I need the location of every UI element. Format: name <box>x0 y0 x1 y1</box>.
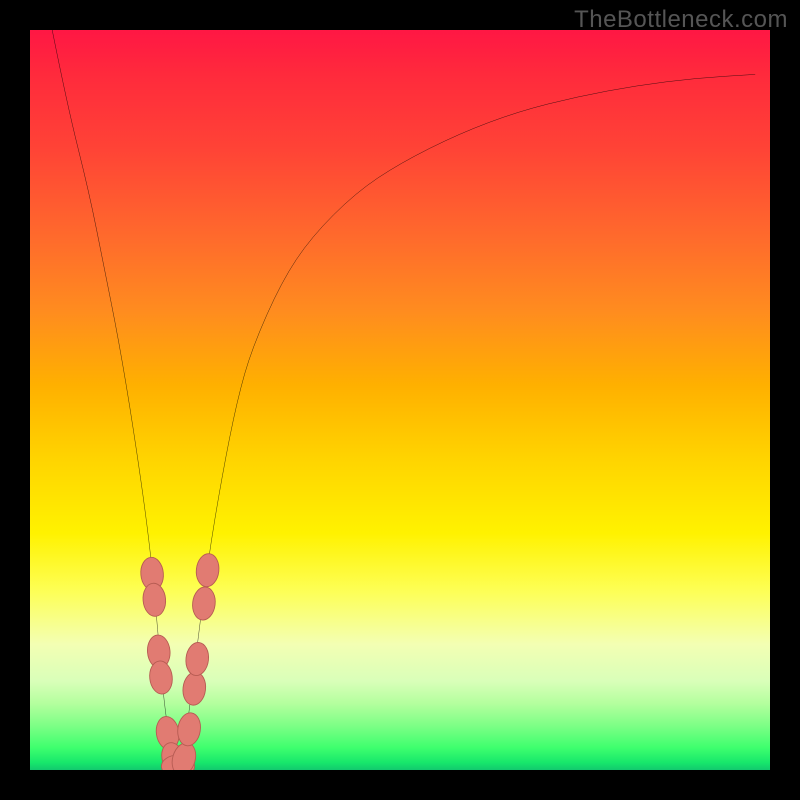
curve-marker <box>195 552 221 587</box>
curve-layer <box>30 30 770 770</box>
curve-marker <box>142 582 167 617</box>
watermark-text: TheBottleneck.com <box>574 6 788 34</box>
curve-marker <box>184 641 210 676</box>
chart-frame: TheBottleneck.com <box>0 0 800 800</box>
plot-area <box>30 30 770 770</box>
curve-marker <box>181 671 207 707</box>
curve-marker <box>191 586 217 622</box>
curve-markers <box>139 552 220 770</box>
curve-marker <box>148 660 174 695</box>
curve-marker <box>176 711 203 747</box>
